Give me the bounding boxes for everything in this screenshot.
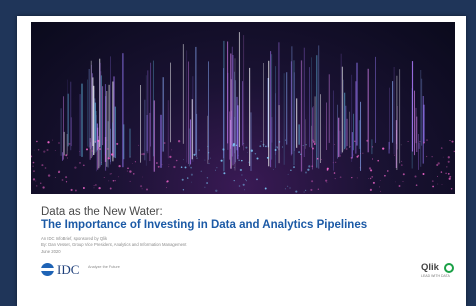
idc-globe-icon — [41, 263, 54, 276]
date-line: June 2020 — [41, 249, 61, 254]
qlik-tagline: LEAD WITH DATA — [421, 274, 450, 278]
cover-subtitle: Data as the New Water: — [41, 206, 163, 218]
idc-wordmark: IDC — [57, 262, 80, 277]
qlik-q-icon — [444, 263, 454, 273]
cover-image — [31, 22, 455, 194]
author-line: By: Dan Vesset, Group Vice President, An… — [41, 242, 187, 247]
cover-title: The Importance of Investing in Data and … — [41, 219, 368, 231]
qlik-wordmark: Qlik — [421, 262, 439, 273]
qlik-logo: Qlik LEAD WITH DATA — [421, 262, 455, 280]
idc-tagline: Analyze the Future — [88, 265, 120, 269]
document-cover: Data as the New Water: The Importance of… — [17, 16, 466, 306]
data-streams-illustration — [31, 32, 455, 193]
brief-line: An IDC InfoBrief, sponsored by Qlik — [41, 236, 108, 241]
